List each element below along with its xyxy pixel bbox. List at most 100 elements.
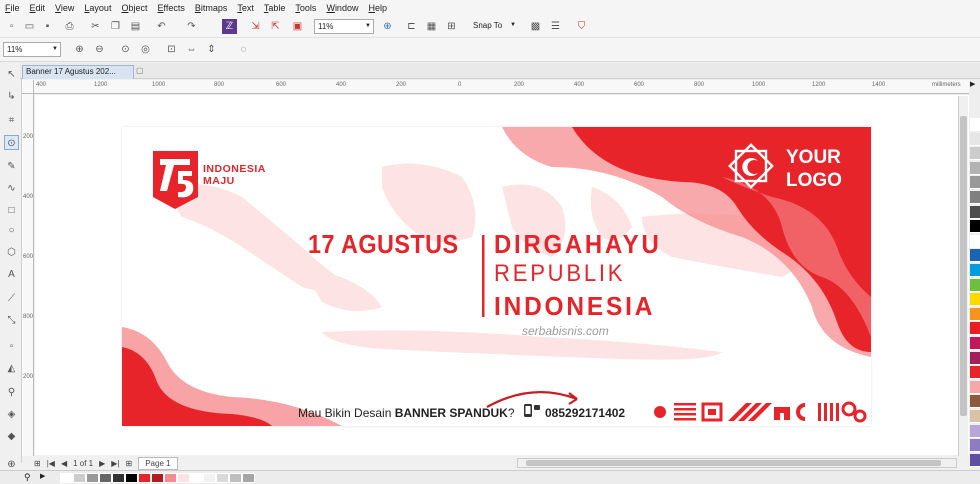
document-swatch[interactable]: [151, 473, 164, 483]
banner-artwork[interactable]: INDONESIA MAJU YOUR LOGO 17 AGUSTUS DIRG…: [122, 127, 871, 426]
palette-swatch[interactable]: [970, 220, 980, 234]
document-swatch[interactable]: [86, 473, 99, 483]
ruler-corner[interactable]: [22, 80, 34, 94]
add-page-icon[interactable]: ⊞: [126, 459, 133, 468]
pick-tool-icon[interactable]: ↖: [4, 67, 19, 82]
palette-swatch[interactable]: [970, 176, 980, 190]
next-page-icon[interactable]: ▶: [99, 459, 105, 468]
new-document-icon[interactable]: ▫: [4, 19, 19, 34]
menu-view[interactable]: View: [50, 0, 79, 16]
interactive-fill-icon[interactable]: ◈: [4, 407, 19, 422]
prev-page-icon[interactable]: ◀: [61, 459, 67, 468]
palette-swatch[interactable]: [970, 453, 980, 467]
document-tab[interactable]: Banner 17 Agustus 202...: [22, 65, 134, 79]
document-swatch[interactable]: [190, 473, 203, 483]
zoom-tool-icon[interactable]: ⊙: [4, 135, 19, 150]
document-swatch[interactable]: [60, 473, 73, 483]
menu-effects[interactable]: Effects: [152, 0, 189, 16]
options-icon[interactable]: ▩: [528, 19, 543, 34]
palette-swatch[interactable]: [970, 118, 980, 131]
open-folder-icon[interactable]: ▭: [22, 19, 37, 34]
undo-icon[interactable]: ↶: [154, 19, 169, 34]
document-swatch[interactable]: [138, 473, 151, 483]
cut-icon[interactable]: ✂: [88, 19, 103, 34]
palette-swatch[interactable]: [970, 410, 980, 423]
parallel-dimension-icon[interactable]: ⟋: [4, 291, 19, 306]
menu-edit[interactable]: Edit: [25, 0, 51, 16]
show-guidelines-icon[interactable]: ⊞: [444, 19, 459, 34]
menu-help[interactable]: Help: [363, 0, 392, 16]
import-icon[interactable]: ⇲: [248, 19, 263, 34]
palette-swatch[interactable]: [970, 264, 980, 277]
welcome-screen-icon[interactable]: ⛉: [574, 19, 589, 34]
menu-text[interactable]: Text: [232, 0, 259, 16]
rectangle-tool-icon[interactable]: □: [4, 203, 19, 218]
export-icon[interactable]: ⇱: [268, 19, 283, 34]
zoom-level-select[interactable]: 11% ▼: [314, 19, 374, 34]
freehand-tool-icon[interactable]: ✎: [4, 159, 19, 174]
document-swatch[interactable]: [242, 473, 255, 483]
first-page-icon[interactable]: |◀: [47, 459, 55, 468]
page-options-icon[interactable]: ⊞: [34, 459, 41, 468]
ellipse-tool-icon[interactable]: ○: [4, 223, 19, 238]
palette-swatch[interactable]: [970, 366, 980, 380]
zoom-selected-icon[interactable]: ⊙: [118, 42, 133, 57]
menu-table[interactable]: Table: [259, 0, 291, 16]
snap-to-dropdown[interactable]: Snap To ▼: [470, 19, 518, 34]
palette-swatch[interactable]: [970, 293, 980, 307]
palette-arrow-up-icon[interactable]: ▶: [970, 80, 975, 88]
eyedropper-icon[interactable]: ⚲: [4, 385, 19, 400]
connector-tool-icon[interactable]: ⤡: [4, 313, 19, 328]
artistic-media-icon[interactable]: ∿: [4, 181, 19, 196]
palette-swatch[interactable]: [970, 307, 980, 321]
zoom-width-icon[interactable]: ⇔: [184, 42, 199, 57]
page-tab[interactable]: Page 1: [138, 456, 178, 470]
menu-window[interactable]: Window: [321, 0, 363, 16]
print-icon[interactable]: ⎙: [62, 19, 77, 34]
document-swatch[interactable]: [99, 473, 112, 483]
vertical-ruler[interactable]: 200 400 600 800 200: [22, 94, 34, 456]
palette-swatch[interactable]: [970, 132, 980, 146]
smart-fill-icon[interactable]: ◆: [4, 429, 19, 444]
palette-swatch[interactable]: [970, 424, 980, 438]
last-page-icon[interactable]: ▶|: [111, 459, 119, 468]
zoom-height-icon[interactable]: ⇕: [204, 42, 219, 57]
zoom-all-objects-icon[interactable]: ◎: [138, 42, 153, 57]
horizontal-scrollbar[interactable]: [517, 458, 957, 468]
text-tool-icon[interactable]: A: [4, 267, 19, 282]
new-tab-icon[interactable]: ▢: [136, 66, 144, 75]
zoom-in-icon[interactable]: ⊕: [72, 42, 87, 57]
palette-swatch[interactable]: [970, 161, 980, 175]
menu-file[interactable]: File: [0, 0, 25, 16]
shape-tool-icon[interactable]: ↳: [4, 89, 19, 104]
vertical-scrollbar[interactable]: [958, 96, 968, 456]
drop-shadow-icon[interactable]: ▫: [4, 339, 19, 354]
show-rulers-icon[interactable]: ⊏: [404, 19, 419, 34]
palette-swatch[interactable]: [970, 337, 980, 350]
palette-swatch[interactable]: [970, 351, 980, 365]
menu-layout[interactable]: Layout: [79, 0, 116, 16]
application-launcher-icon[interactable]: ☰: [548, 19, 563, 34]
palette-swatch[interactable]: [970, 395, 980, 409]
polygon-tool-icon[interactable]: ⬡: [4, 245, 19, 260]
zoom-page-icon[interactable]: ⊡: [164, 42, 179, 57]
document-swatch[interactable]: [216, 473, 229, 483]
property-zoom-select[interactable]: 11% ▼: [3, 42, 61, 57]
save-icon[interactable]: ▪: [40, 19, 55, 34]
menu-bitmaps[interactable]: Bitmaps: [190, 0, 233, 16]
copy-icon[interactable]: ❐: [108, 19, 123, 34]
transparency-tool-icon[interactable]: ◭: [4, 361, 19, 376]
document-swatch[interactable]: [125, 473, 138, 483]
publish-pdf-icon[interactable]: ▣: [290, 19, 305, 34]
redo-icon[interactable]: ↷: [184, 19, 199, 34]
pan-tool-icon[interactable]: ◌: [236, 42, 251, 57]
full-screen-preview-icon[interactable]: ⊕: [380, 19, 395, 34]
palette-swatch[interactable]: [970, 278, 980, 292]
zoom-out-icon[interactable]: ⊖: [92, 42, 107, 57]
palette-swatch[interactable]: [970, 380, 980, 394]
palette-swatch[interactable]: [970, 234, 980, 248]
menu-tools[interactable]: Tools: [290, 0, 321, 16]
palette-swatch[interactable]: [970, 191, 980, 204]
menu-object[interactable]: Object: [116, 0, 152, 16]
eyedropper-icon[interactable]: ⚲: [24, 472, 31, 483]
